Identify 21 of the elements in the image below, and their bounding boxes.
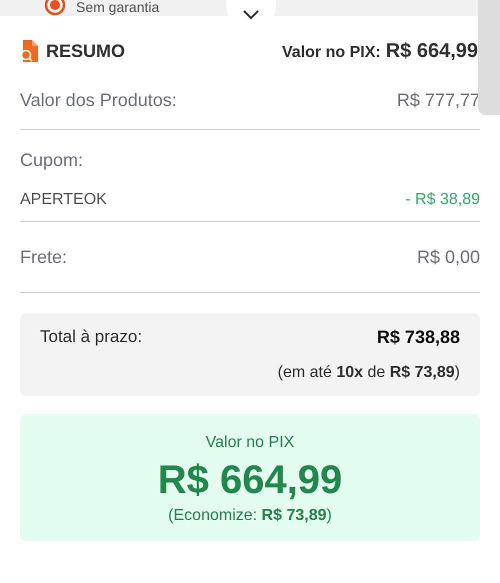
pix-card-value: R$ 664,99 (156, 458, 344, 503)
row-value: R$ 777,77 (396, 90, 480, 111)
coupon-label: Cupom: (20, 150, 84, 171)
pix-value: R$ 664,99 (386, 40, 478, 62)
pix-savings: (Economize: R$ 73,89) (167, 507, 333, 525)
installment-total: R$ 738,88 (376, 327, 460, 348)
row-label: Valor dos Produtos: (20, 90, 177, 111)
row-value: R$ 0,00 (416, 246, 480, 268)
document-search-icon (20, 40, 40, 62)
pix-card-label: Valor no PIX (204, 434, 296, 452)
installment-detail: (em até 10x de R$ 73,89) (276, 364, 460, 382)
pix-label: Valor no PIX: (282, 44, 381, 62)
coupon-code: APERTEOK (20, 191, 107, 209)
radio-button[interactable] (44, 0, 66, 16)
option-label: Sem garantia (76, 0, 160, 14)
scrollbar[interactable] (478, 0, 500, 115)
discount-value: - R$ 38,89 (405, 191, 480, 209)
row-label: Frete: (20, 246, 68, 268)
installment-label: Total à prazo: (40, 327, 142, 348)
chevron-down-icon (242, 10, 260, 20)
summary-title: RESUMO (46, 40, 126, 62)
